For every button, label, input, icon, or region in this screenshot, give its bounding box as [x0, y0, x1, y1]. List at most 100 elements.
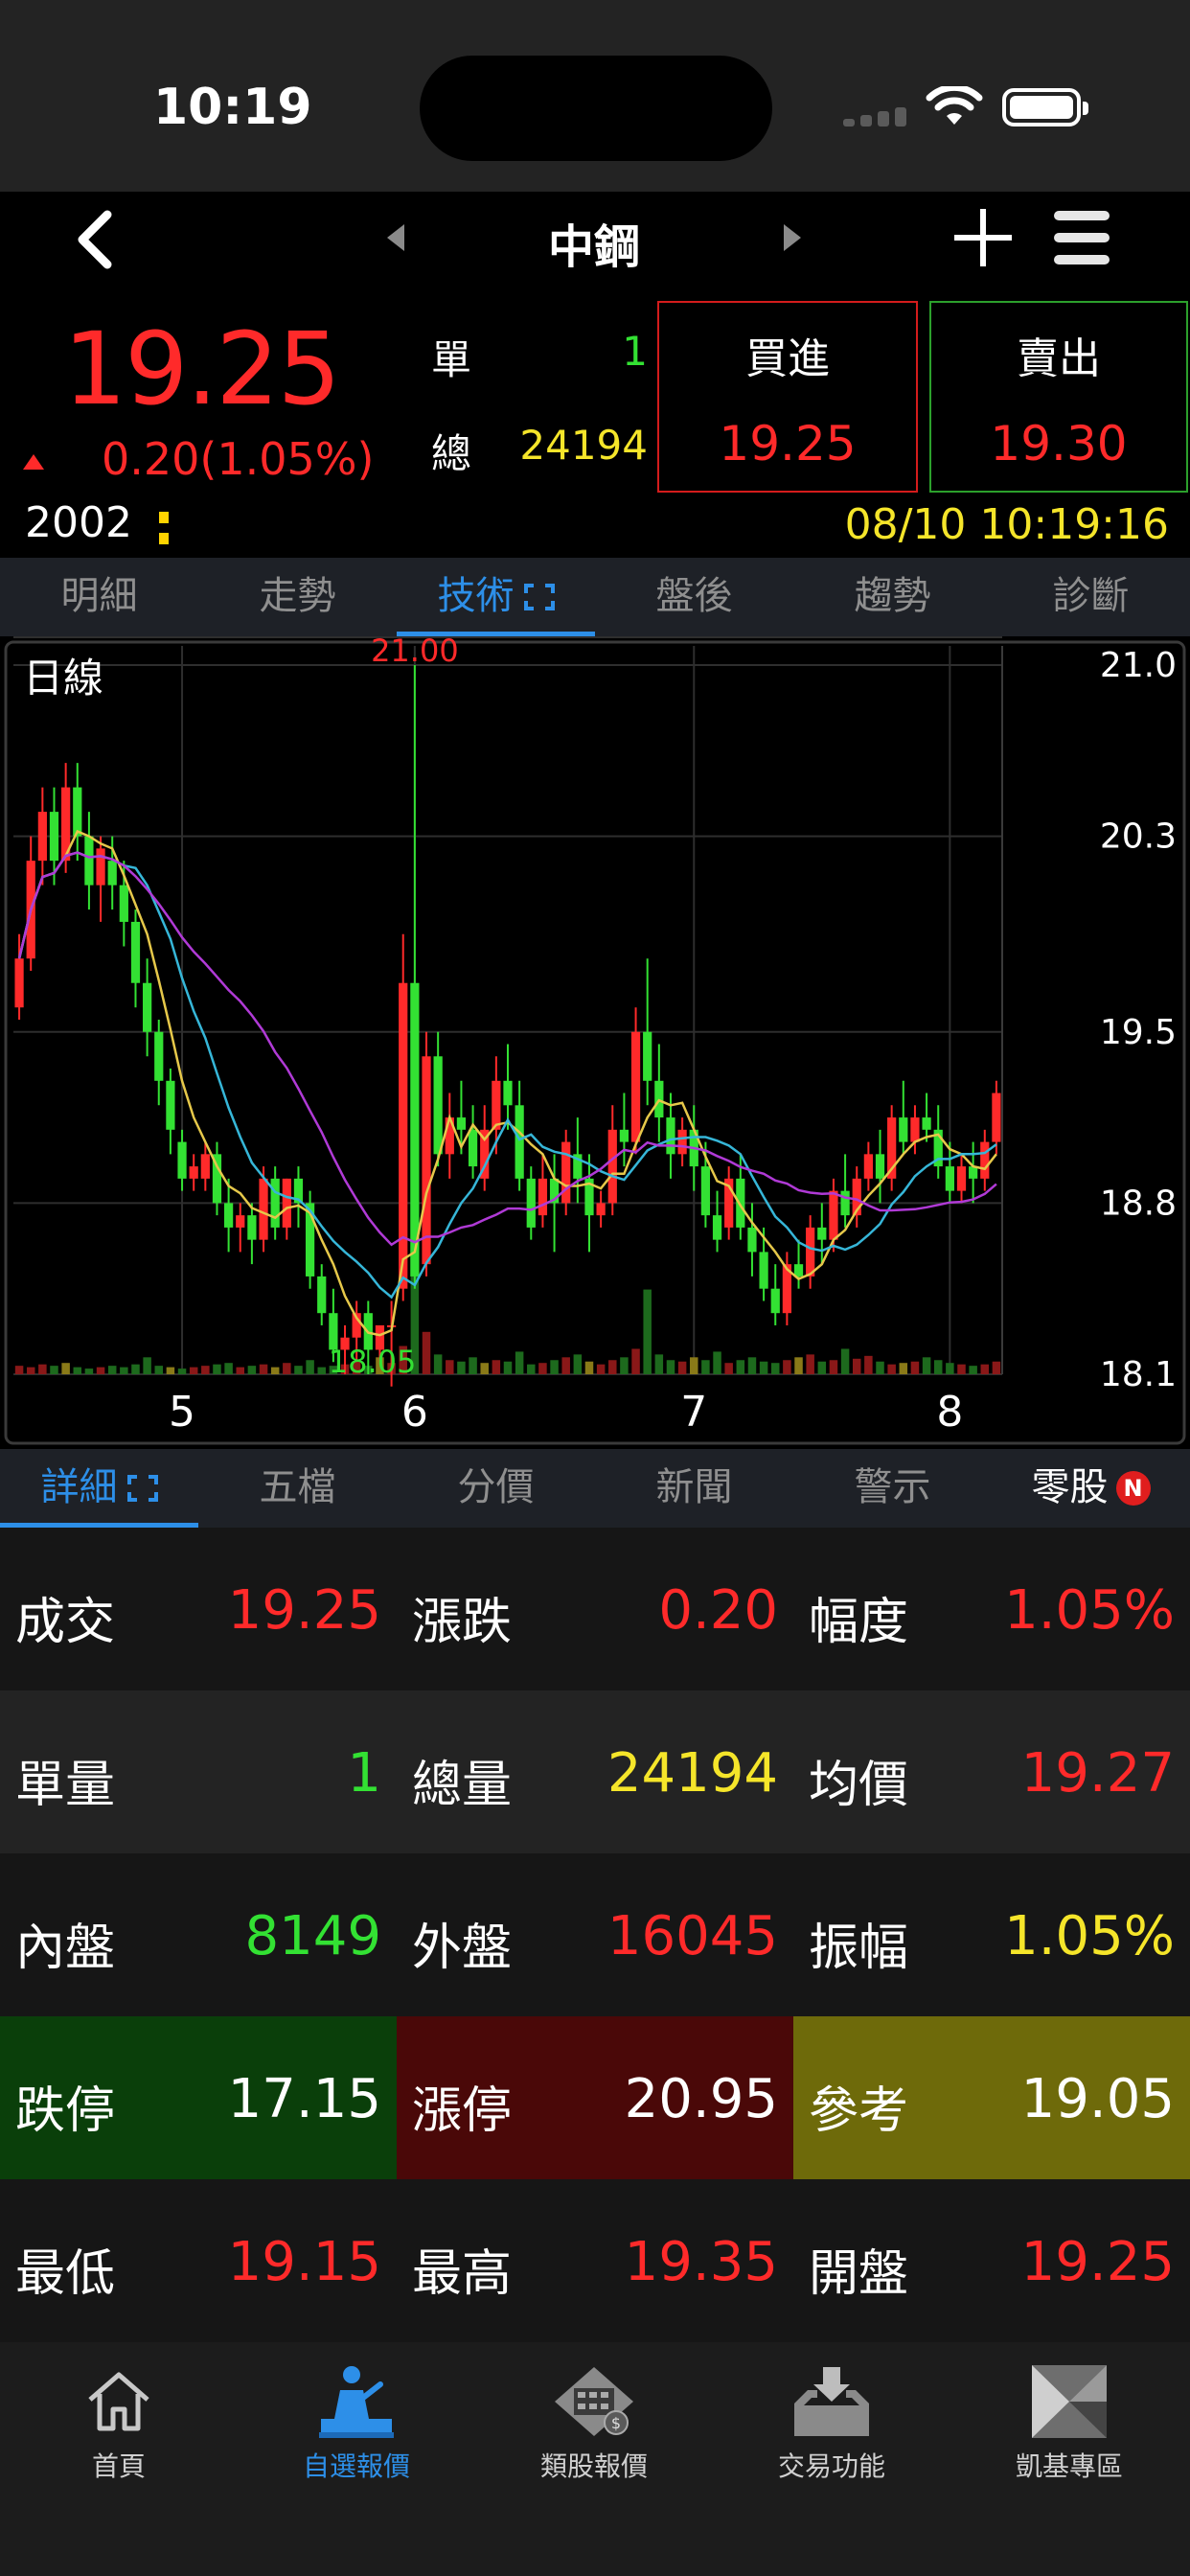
volume-bar [596, 1364, 606, 1374]
volume-bar [515, 1351, 524, 1374]
bottom-tab-trade[interactable]: 交易功能 [713, 2363, 950, 2488]
tab-trend[interactable]: 走勢 [198, 558, 397, 636]
buy-label: 買進 [745, 334, 830, 383]
volume-bar [306, 1360, 314, 1374]
detail-cell-change: 漲跌 0.20 [397, 1528, 793, 1690]
candle-body [143, 982, 152, 1032]
prev-stock-icon[interactable] [387, 224, 404, 251]
candle-body [945, 1166, 954, 1191]
cell-label: 單量 [15, 1757, 116, 1814]
candle-body [526, 1178, 536, 1228]
subtab-news[interactable]: 新聞 [595, 1449, 793, 1528]
subtab-odd-lot[interactable]: 零股 N [992, 1449, 1190, 1528]
candle-body [96, 848, 105, 886]
volume-bar [107, 1366, 117, 1374]
cellular-signal-icon [843, 105, 906, 126]
candle-body [538, 1178, 548, 1216]
candle-body [189, 1166, 198, 1179]
buy-price: 19.25 [719, 416, 857, 472]
subtab-price-volume[interactable]: 分價 [397, 1449, 595, 1528]
volume-bar [270, 1367, 280, 1374]
x-tick-label: 8 [936, 1388, 963, 1437]
up-arrow-icon [23, 454, 44, 470]
tab-diagnosis[interactable]: 診斷 [992, 558, 1190, 636]
bottom-tab-label: 首頁 [91, 2450, 146, 2482]
top-bar: 10:19 中鋼 [0, 0, 1190, 274]
volume-bar [747, 1357, 757, 1374]
volume-bar [433, 1354, 443, 1374]
candle-body [619, 1129, 629, 1142]
candle-body [630, 1031, 641, 1142]
sell-button[interactable]: 賣出 19.30 [929, 301, 1188, 493]
subtab-label: 零股 [1031, 1465, 1109, 1509]
bottom-tab-kgi[interactable]: 凱基專區 [950, 2363, 1188, 2488]
detail-tabs: 詳細 五檔 分價 新聞 警示 零股 N [0, 1449, 1190, 1528]
kline-chart[interactable]: 日線 21.0 20.3 19.5 18.8 18.1 5 6 7 8 21.00 18.05 [0, 636, 1190, 1449]
bottom-tab-sector[interactable]: $ 類股報價 [475, 2363, 713, 2488]
tab-label: 明細 [60, 574, 138, 618]
candle-body [759, 1252, 768, 1289]
menu-icon[interactable] [1054, 211, 1110, 264]
volume-bar [538, 1363, 547, 1374]
status-time: 10:19 [153, 79, 312, 136]
candle-body [700, 1166, 711, 1216]
stock-code[interactable]: 2002 [25, 498, 132, 547]
code-switch-icon[interactable] [159, 512, 169, 544]
candle-body [793, 1264, 804, 1276]
volume-bar [73, 1367, 82, 1374]
candle-body [875, 1154, 885, 1179]
candle-body [770, 1288, 780, 1314]
tab-technical[interactable]: 技術 [397, 558, 595, 636]
volume-bar [446, 1360, 454, 1374]
volume-bar [608, 1360, 617, 1374]
volume-bar [247, 1366, 257, 1374]
cell-label: 漲跌 [412, 1594, 513, 1651]
add-icon[interactable] [954, 209, 1012, 266]
back-icon[interactable] [65, 201, 123, 278]
volume-bar [131, 1364, 140, 1374]
bottom-tab-watchlist[interactable]: 自選報價 [238, 2363, 475, 2488]
candle-body [200, 1154, 210, 1179]
bottom-tab-label: 類股報價 [539, 2450, 648, 2482]
bottom-tab-bar: 首頁 自選報價 $ 類股報價 交易功能 凱基專區 [0, 2342, 1190, 2576]
volume-bar [887, 1364, 896, 1374]
cell-label: 參考 [809, 2082, 909, 2140]
volume-bar [957, 1364, 966, 1374]
expand-icon[interactable] [126, 1475, 158, 1502]
volume-bar [224, 1363, 233, 1374]
last-price: 19.25 [63, 310, 341, 427]
candle-body [666, 1117, 675, 1155]
subtab-alert[interactable]: 警示 [793, 1449, 992, 1528]
volume-bar [527, 1364, 536, 1374]
volume-bar [643, 1289, 652, 1374]
bottom-tab-home[interactable]: 首頁 [0, 2363, 238, 2488]
volume-bar [817, 1361, 827, 1374]
watchlist-icon [319, 2366, 394, 2438]
buy-button[interactable]: 買進 19.25 [657, 301, 918, 493]
detail-cell-avg-price: 均價 19.27 [793, 1690, 1190, 1853]
sector-icon: $ [555, 2367, 633, 2436]
battery-icon [1002, 88, 1088, 126]
volume-bar [469, 1357, 477, 1374]
candle-body [643, 1031, 652, 1081]
tab-tendency[interactable]: 趨勢 [793, 558, 992, 636]
tab-after-hours[interactable]: 盤後 [595, 558, 793, 636]
detail-cell-high: 最高 19.35 [397, 2179, 793, 2342]
y-tick-label: 20.3 [1100, 817, 1177, 857]
expand-icon[interactable] [523, 584, 555, 610]
subtab-detail[interactable]: 詳細 [0, 1449, 198, 1528]
detail-cell-amplitude: 振幅 1.05% [793, 1853, 1190, 2016]
volume-bar [876, 1361, 884, 1374]
subtab-five-level[interactable]: 五檔 [198, 1449, 397, 1528]
volume-bar [503, 1361, 513, 1374]
candle-body [980, 1141, 990, 1179]
next-stock-icon[interactable] [784, 224, 801, 251]
cell-label: 開盤 [809, 2245, 909, 2303]
cell-label: 最高 [412, 2245, 513, 2303]
tab-detail[interactable]: 明細 [0, 558, 198, 636]
tab-label: 盤後 [655, 574, 733, 618]
volume-bar [620, 1357, 629, 1374]
candle-body [736, 1178, 745, 1228]
cell-value: 19.35 [624, 2231, 778, 2293]
volume-bar [143, 1357, 151, 1374]
